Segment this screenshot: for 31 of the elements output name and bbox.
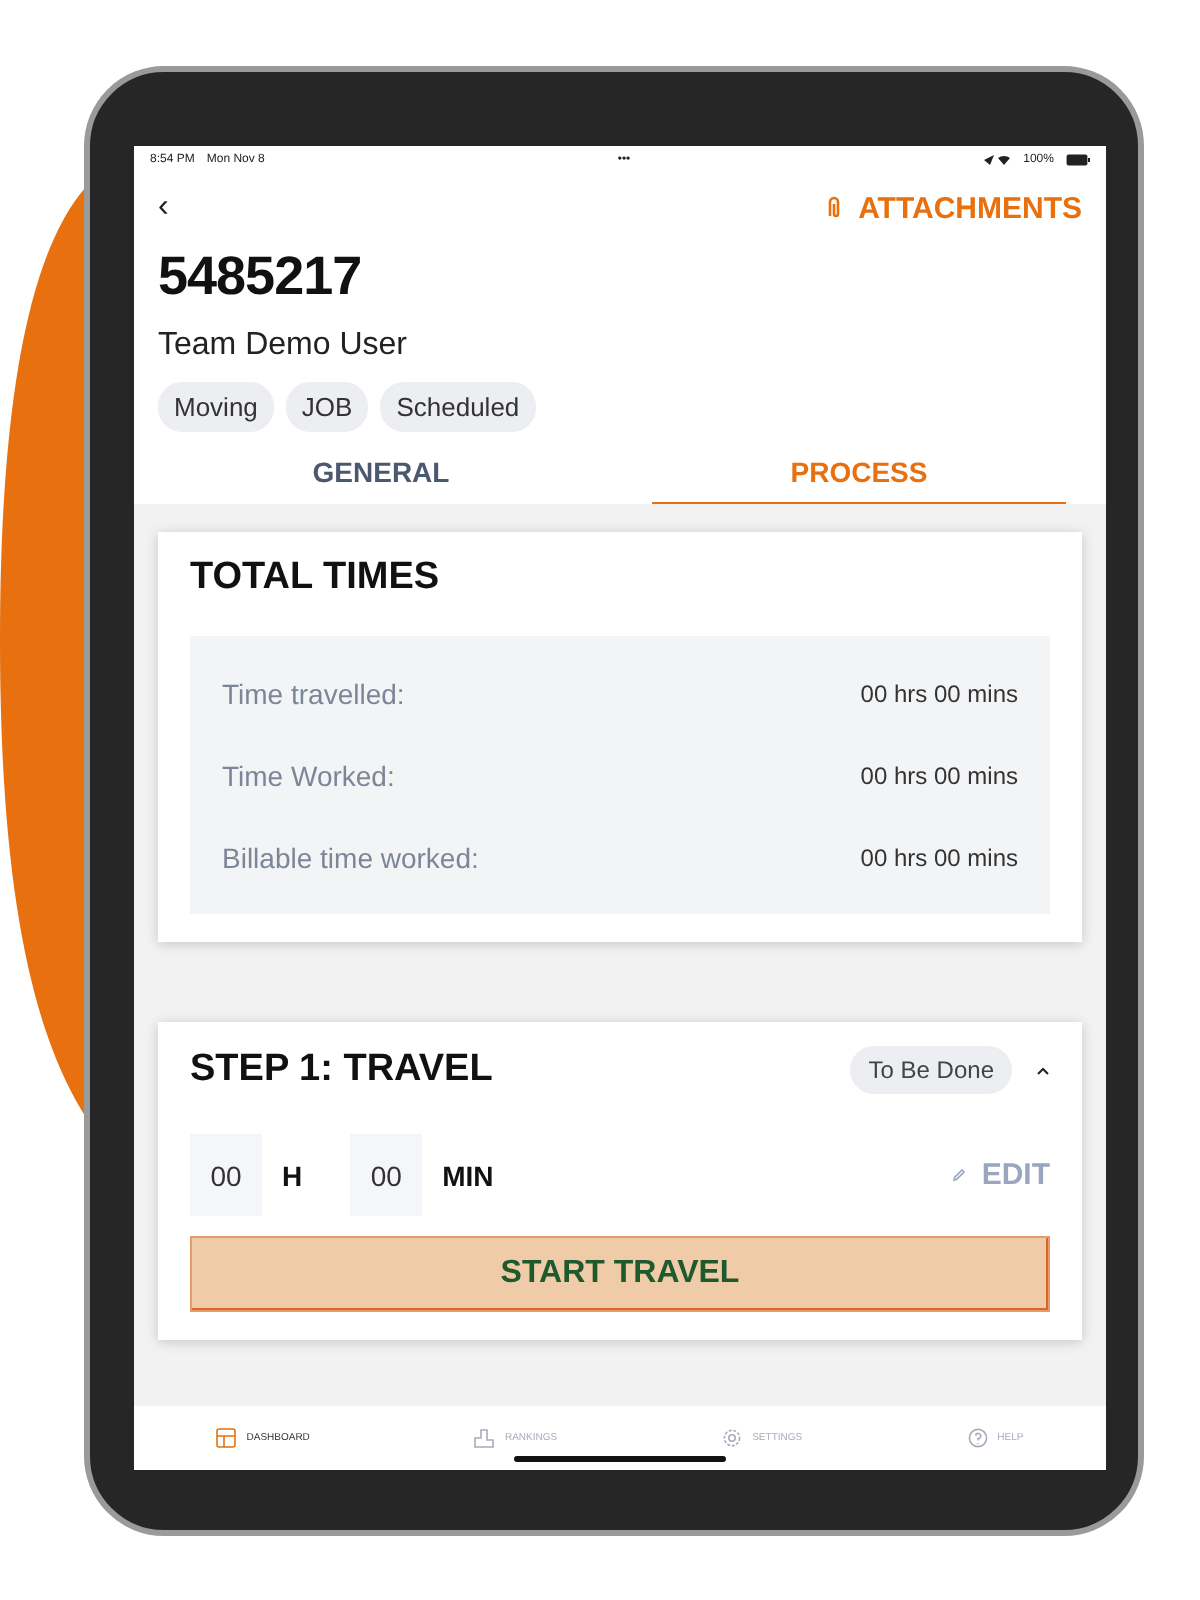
help-icon	[967, 1428, 988, 1448]
minutes-field[interactable]: 00	[350, 1134, 423, 1216]
tab[interactable]: GENERAL	[174, 448, 588, 504]
attachments-button[interactable]: ATTACHMENTS	[826, 191, 1082, 225]
time-label: Time Worked:	[222, 759, 395, 791]
settings-icon	[722, 1428, 743, 1448]
pencil-icon	[951, 1168, 966, 1182]
minutes-unit: MIN	[442, 1159, 494, 1191]
time-value: 00 hrs 00 mins	[860, 679, 1018, 707]
status-chip: To Be Done	[850, 1046, 1012, 1094]
tag-chip: JOB	[285, 382, 369, 432]
job-number: 5485217	[156, 244, 364, 308]
battery-icon	[1065, 154, 1090, 166]
paperclip-icon	[826, 196, 843, 220]
time-value: 00 hrs 00 mins	[860, 761, 1018, 789]
chevron-icon	[1036, 1065, 1050, 1075]
back-button[interactable]: ‹	[158, 190, 169, 226]
card-title: TOTAL TIMES	[190, 556, 442, 600]
location-wifi-icon	[983, 154, 1012, 166]
start-travel-button[interactable]: START TRAVEL	[190, 1236, 1050, 1312]
time-label: Billable time worked:	[222, 841, 479, 873]
step-title: STEP 1: TRAVEL	[190, 1048, 493, 1092]
user-name: Team Demo User	[156, 326, 409, 364]
bar-chart-icon	[474, 1428, 495, 1448]
tag-chip: Moving	[158, 382, 274, 432]
tag-chip: Scheduled	[380, 382, 536, 432]
hours-field[interactable]: 00	[190, 1134, 262, 1216]
dashboard-icon	[216, 1428, 237, 1448]
hours-unit: H	[282, 1159, 303, 1191]
time-value: 00 hrs 00 mins	[860, 843, 1018, 871]
time-label: Time travelled:	[222, 677, 405, 709]
